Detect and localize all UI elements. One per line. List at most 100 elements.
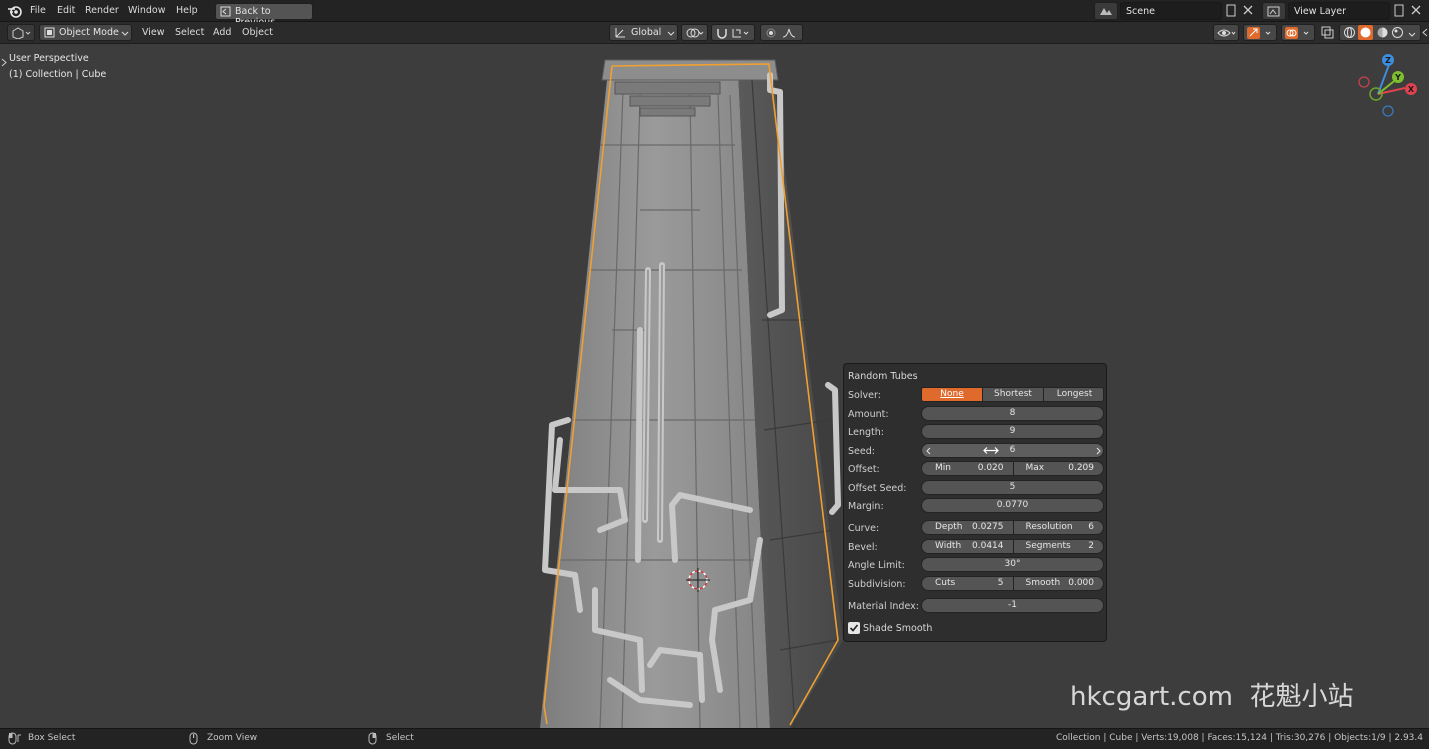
pivot-point-dropdown[interactable] (681, 24, 708, 41)
back-icon (220, 6, 231, 20)
new-scene-icon[interactable] (1225, 4, 1237, 20)
offset-min-field[interactable]: Min 0.020 (922, 462, 1014, 475)
solver-option-longest[interactable]: Longest (1044, 388, 1103, 401)
shade-smooth-label: Shade Smooth (863, 623, 933, 634)
scene-statistics: Collection | Cube | Verts:19,008 | Faces… (1055, 733, 1423, 743)
curve-field: Depth 0.0275 Resolution 6 (921, 520, 1104, 535)
bevel-width-field[interactable]: Width 0.0414 (922, 540, 1014, 553)
seed-field[interactable]: 6 (921, 443, 1104, 458)
menu-file[interactable]: File (30, 5, 46, 16)
mouse-right-icon (368, 732, 377, 748)
subdivision-smooth-value: 0.000 (1068, 578, 1094, 588)
amount-field[interactable]: 8 (921, 406, 1104, 421)
view-layer-type-button[interactable] (1262, 2, 1286, 20)
increment-arrow-icon[interactable] (1096, 447, 1101, 458)
snap-toggle[interactable] (711, 24, 755, 41)
offset-seed-field[interactable]: 5 (921, 480, 1104, 495)
offset-seed-label: Offset Seed: (848, 483, 907, 494)
material-index-field[interactable]: -1 (921, 598, 1104, 613)
viewport-header: Object Mode View Select Add Object Globa… (0, 22, 1429, 44)
magnet-icon (716, 27, 728, 42)
proportional-edit-toggle[interactable] (760, 24, 803, 41)
visibility-dropdown[interactable] (1213, 24, 1239, 41)
seed-label: Seed: (848, 446, 875, 457)
shade-smooth-checkbox[interactable] (848, 622, 860, 634)
margin-value: 0.0770 (996, 500, 1029, 510)
menu-select[interactable]: Select (175, 27, 204, 38)
seed-value: 6 (1009, 445, 1016, 455)
menu-render[interactable]: Render (85, 5, 119, 16)
new-view-layer-icon[interactable] (1393, 4, 1405, 20)
gizmo-x-label: X (1408, 85, 1415, 94)
gizmo-icon (1246, 26, 1274, 43)
bevel-width-value: 0.0414 (972, 541, 1004, 551)
delete-scene-icon[interactable] (1243, 5, 1253, 18)
amount-value: 8 (1009, 408, 1016, 418)
solver-options: None Shortest Longest (921, 387, 1104, 402)
snap-target-icon (732, 27, 752, 42)
sidebar-toggle-icon[interactable] (1422, 28, 1428, 40)
toolbar-expand-icon[interactable] (1, 58, 7, 70)
scene-type-button[interactable] (1094, 2, 1118, 20)
menu-edit[interactable]: Edit (57, 5, 75, 16)
pivot-icon (685, 27, 705, 42)
eye-icon (1217, 27, 1237, 42)
menu-add[interactable]: Add (213, 27, 231, 38)
scene-name: Scene (1126, 6, 1155, 17)
menu-window[interactable]: Window (128, 5, 165, 16)
length-value: 9 (1009, 426, 1016, 436)
curve-depth-field[interactable]: Depth 0.0275 (922, 521, 1014, 534)
blender-logo-icon[interactable] (7, 4, 23, 21)
chevron-down-icon (667, 29, 675, 40)
overlays-toggle[interactable] (1281, 24, 1315, 41)
scene-name-field[interactable]: Scene (1120, 2, 1222, 20)
view3d-icon (11, 27, 31, 42)
transform-orientation-dropdown[interactable]: Global (609, 24, 678, 41)
offset-max-field[interactable]: Max 0.209 (1013, 462, 1104, 475)
solver-label: Solver: (848, 390, 881, 401)
subdivision-cuts-field[interactable]: Cuts 5 (922, 577, 1014, 590)
panel-title: Random Tubes (848, 371, 918, 382)
view-layer-name-field[interactable]: View Layer (1288, 2, 1390, 20)
curve-resolution-field[interactable]: Resolution 6 (1013, 521, 1104, 534)
bevel-segments-field[interactable]: Segments 2 (1013, 540, 1104, 553)
view-layer-icon (1267, 6, 1281, 20)
length-field[interactable]: 9 (921, 424, 1104, 439)
wireframe-shading-icon[interactable] (1343, 26, 1356, 42)
gizmo-z-label: Z (1385, 56, 1391, 65)
subdivision-smooth-field[interactable]: Smooth 0.000 (1013, 577, 1104, 590)
object-mode-dropdown[interactable]: Object Mode (39, 24, 132, 41)
resize-cursor-icon (983, 446, 999, 458)
overlays-icon (1284, 26, 1312, 43)
material-shading-icon[interactable] (1376, 26, 1389, 42)
delete-view-layer-icon[interactable] (1411, 5, 1421, 18)
offset-min-value: 0.020 (977, 463, 1004, 473)
proportional-dot-icon (766, 28, 776, 41)
navigation-gizmo[interactable]: Z X Y (1350, 50, 1420, 130)
top-menu-bar: File Edit Render Window Help Back to Pre… (0, 0, 1429, 28)
menu-object[interactable]: Object (242, 27, 273, 38)
solid-shading-icon[interactable] (1358, 25, 1373, 43)
status-zoom-view: Zoom View (207, 733, 258, 743)
curve-label: Curve: (848, 523, 880, 534)
editor-type-button[interactable] (7, 24, 35, 41)
menu-view[interactable]: View (142, 27, 165, 38)
xray-toggle-icon[interactable] (1321, 26, 1334, 42)
mouse-middle-icon (189, 732, 198, 748)
gizmo-toggle[interactable] (1243, 24, 1277, 41)
curve-resolution-label: Resolution (1025, 522, 1073, 532)
chevron-down-icon[interactable] (1408, 30, 1416, 41)
bevel-field: Width 0.0414 Segments 2 (921, 539, 1104, 554)
falloff-curve-icon (782, 28, 796, 41)
bevel-segments-value: 2 (1088, 541, 1094, 551)
3d-viewport[interactable]: User Perspective (1) Collection | Cube Z… (0, 44, 1429, 728)
solver-option-shortest[interactable]: Shortest (983, 388, 1044, 401)
menu-help[interactable]: Help (176, 5, 198, 16)
margin-field[interactable]: 0.0770 (921, 498, 1104, 513)
back-to-previous-button[interactable]: Back to Previous (215, 3, 313, 28)
rendered-shading-icon[interactable] (1391, 26, 1404, 42)
subdivision-label: Subdivision: (848, 579, 906, 590)
angle-limit-field[interactable]: 30° (921, 557, 1104, 572)
solver-option-none[interactable]: None (922, 388, 983, 401)
chevron-down-icon (121, 29, 129, 40)
